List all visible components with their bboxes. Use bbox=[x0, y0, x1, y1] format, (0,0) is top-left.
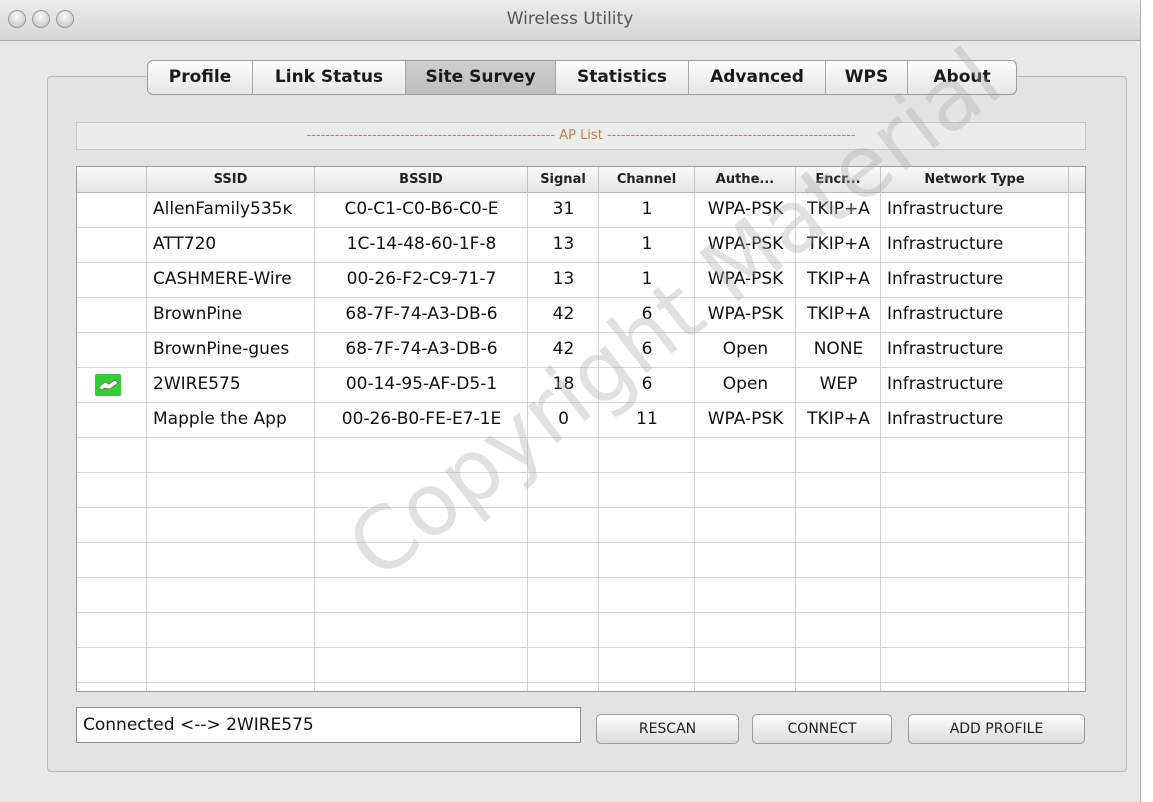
ap-list-header: ----------------------------------------… bbox=[76, 122, 1086, 150]
cell-channel: 1 bbox=[641, 199, 653, 219]
cell-network-type: Infrastructure bbox=[887, 409, 1004, 429]
cell-encryption: WEP bbox=[819, 374, 858, 394]
cell-signal: 31 bbox=[552, 199, 575, 219]
ap-list-dashes-left: ----------------------------------------… bbox=[306, 128, 556, 143]
cell-authentication: WPA-PSK bbox=[707, 234, 784, 254]
ap-table: SSID BSSID Signal Channel Authe... Encr.… bbox=[76, 166, 1086, 692]
cell-channel: 11 bbox=[636, 409, 658, 429]
cell-bssid: 00-26-B0-FE-E7-1E bbox=[341, 409, 502, 429]
table-row[interactable]: ATT720 1C-14-48-60-1F-8 13 1 WPA-PSK TKIP+A In… bbox=[77, 227, 1085, 262]
row-divider bbox=[77, 542, 1085, 543]
tab-bar: Profile Link Status Site Survey Statisti… bbox=[147, 60, 1017, 95]
window-title: Wireless Utility bbox=[506, 9, 634, 29]
cell-encryption: TKIP+A bbox=[807, 234, 870, 254]
cell-encryption: TKIP+A bbox=[807, 269, 870, 289]
tab-advanced[interactable]: Advanced bbox=[689, 61, 826, 94]
tab-profile[interactable]: Profile bbox=[148, 61, 253, 94]
row-divider bbox=[77, 472, 1085, 473]
row-divider bbox=[77, 612, 1085, 613]
cell-bssid: C0-C1-C0-B6-C0-E bbox=[344, 199, 499, 219]
cell-encryption: NONE bbox=[813, 339, 864, 359]
row-divider bbox=[77, 647, 1085, 648]
cell-channel: 6 bbox=[641, 374, 653, 394]
title-bar: Wireless Utility bbox=[0, 0, 1140, 41]
table-row[interactable]: BrownPine 68-7F-74-A3-DB-6 42 6 WPA-PSK TKIP+… bbox=[77, 297, 1085, 332]
cell-bssid: 00-14-95-AF-D5-1 bbox=[345, 374, 498, 394]
cell-signal: 13 bbox=[552, 269, 575, 289]
cell-bssid: 1C-14-48-60-1F-8 bbox=[346, 234, 497, 254]
cell-ssid: 2WIRE575 bbox=[153, 374, 241, 394]
cell-authentication: WPA-PSK bbox=[707, 409, 784, 429]
cell-authentication: Open bbox=[722, 339, 769, 359]
cell-signal: 42 bbox=[552, 339, 575, 359]
cell-authentication: Open bbox=[722, 374, 769, 394]
col-header-encryption[interactable]: Encr... bbox=[796, 167, 881, 192]
col-header-authentication[interactable]: Authe... bbox=[695, 167, 796, 192]
table-row[interactable]: CASHMERE-Wire 00-26-F2-C9-71-7 13 1 WPA-PSK T… bbox=[77, 262, 1085, 297]
connected-handshake-icon bbox=[95, 374, 121, 396]
cell-ssid: AllenFamily535ĸ bbox=[153, 199, 293, 219]
col-header-bssid[interactable]: BSSID bbox=[315, 167, 528, 192]
cell-network-type: Infrastructure bbox=[887, 199, 1004, 219]
cell-encryption: TKIP+A bbox=[807, 199, 870, 219]
cell-authentication: WPA-PSK bbox=[707, 199, 784, 219]
col-header-status bbox=[77, 167, 147, 192]
cell-authentication: WPA-PSK bbox=[707, 269, 784, 289]
cell-signal: 13 bbox=[552, 234, 575, 254]
row-divider bbox=[77, 437, 1085, 438]
connection-status-field: Connected <--> 2WIRE575 bbox=[76, 707, 581, 743]
col-header-network-type[interactable]: Network Type bbox=[881, 167, 1069, 192]
cell-signal: 42 bbox=[552, 304, 575, 324]
cell-bssid: 68-7F-74-A3-DB-6 bbox=[345, 304, 498, 324]
wireless-utility-window: Wireless Utility Profile Link Status Sit… bbox=[0, 0, 1141, 802]
cell-network-type: Infrastructure bbox=[887, 374, 1004, 394]
cell-channel: 6 bbox=[641, 304, 653, 324]
cell-signal: 0 bbox=[558, 409, 569, 429]
connect-button[interactable]: CONNECT bbox=[752, 714, 892, 744]
cell-channel: 1 bbox=[641, 234, 653, 254]
col-header-signal[interactable]: Signal bbox=[528, 167, 599, 192]
cell-encryption: TKIP+A bbox=[807, 304, 870, 324]
table-row[interactable]: 2WIRE575 00-14-95-AF-D5-1 18 6 Open WEP Infras… bbox=[77, 367, 1085, 402]
add-profile-button[interactable]: ADD PROFILE bbox=[908, 714, 1085, 744]
cell-network-type: Infrastructure bbox=[887, 269, 1004, 289]
cell-bssid: 68-7F-74-A3-DB-6 bbox=[345, 339, 498, 359]
tab-wps[interactable]: WPS bbox=[826, 61, 908, 94]
tab-site-survey[interactable]: Site Survey bbox=[406, 61, 556, 94]
cell-ssid: BrownPine-gues bbox=[153, 339, 290, 359]
table-row[interactable]: Mapple the App 00-26-B0-FE-E7-1E 0 11 WPA-PS… bbox=[77, 402, 1085, 437]
col-header-channel[interactable]: Channel bbox=[599, 167, 695, 192]
cell-signal: 18 bbox=[552, 374, 575, 394]
row-divider bbox=[77, 682, 1085, 683]
cell-ssid: ATT720 bbox=[153, 234, 217, 254]
tab-statistics[interactable]: Statistics bbox=[556, 61, 689, 94]
cell-authentication: WPA-PSK bbox=[707, 304, 784, 324]
cell-network-type: Infrastructure bbox=[887, 339, 1004, 359]
tab-link-status[interactable]: Link Status bbox=[253, 61, 406, 94]
row-divider bbox=[77, 577, 1085, 578]
ap-list-label: AP List bbox=[559, 128, 603, 143]
ap-table-header: SSID BSSID Signal Channel Authe... Encr.… bbox=[77, 167, 1085, 193]
cell-bssid: 00-26-F2-C9-71-7 bbox=[346, 269, 497, 289]
table-row[interactable]: AllenFamily535ĸ C0-C1-C0-B6-C0-E 31 1 WPA-PS… bbox=[77, 192, 1085, 227]
cell-ssid: CASHMERE-Wire bbox=[153, 269, 292, 289]
cell-encryption: TKIP+A bbox=[807, 409, 870, 429]
col-header-ssid[interactable]: SSID bbox=[147, 167, 315, 192]
cell-network-type: Infrastructure bbox=[887, 304, 1004, 324]
cell-ssid: BrownPine bbox=[153, 304, 243, 324]
cell-channel: 1 bbox=[641, 269, 653, 289]
tab-about[interactable]: About bbox=[908, 61, 1016, 94]
rescan-button[interactable]: RESCAN bbox=[596, 714, 739, 744]
row-divider bbox=[77, 507, 1085, 508]
table-row[interactable]: BrownPine-gues 68-7F-74-A3-DB-6 42 6 Open NON… bbox=[77, 332, 1085, 367]
col-header-filler bbox=[1069, 167, 1085, 192]
cell-ssid: Mapple the App bbox=[153, 409, 287, 429]
ap-list-dashes-right: ----------------------------------------… bbox=[606, 128, 856, 143]
cell-channel: 6 bbox=[641, 339, 653, 359]
cell-network-type: Infrastructure bbox=[887, 234, 1004, 254]
